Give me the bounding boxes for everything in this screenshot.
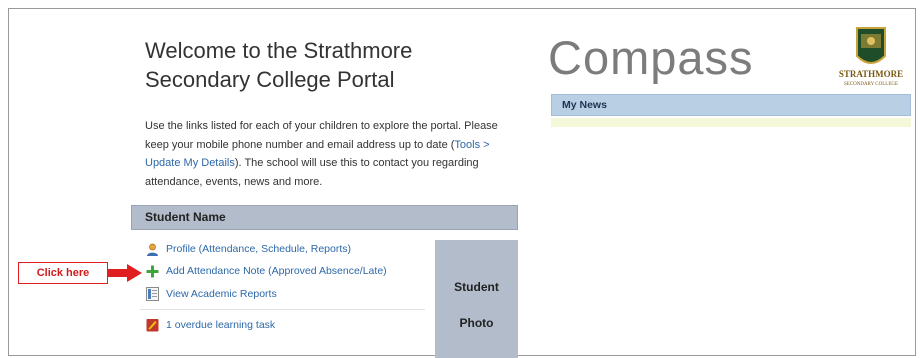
student-name-header: Student Name [131,205,518,230]
task-icon [146,319,159,332]
student-photo-placeholder: Student Photo [435,240,518,358]
click-here-callout: Click here [18,262,108,284]
photo-label-line2: Photo [459,316,494,330]
profile-link-label: Profile (Attendance, Schedule, Reports) [166,243,352,255]
add-attendance-note-link[interactable]: Add Attendance Note (Approved Absence/La… [146,262,387,280]
compass-logo: Compass [548,31,754,84]
school-crest-icon: STRATHMORE SECONDARY COLLEGE [839,27,903,87]
welcome-intro: Use the links listed for each of your ch… [145,117,515,191]
report-icon [146,287,159,301]
person-icon [147,243,158,256]
add-attendance-note-label: Add Attendance Note (Approved Absence/La… [166,265,387,277]
overdue-task-label: 1 overdue learning task [166,319,276,331]
welcome-title-line1: Welcome to the Strathmore [145,38,413,63]
links-divider [140,309,425,310]
welcome-title: Welcome to the Strathmore Secondary Coll… [145,36,485,94]
plus-icon [146,265,159,277]
news-content-strip [551,118,911,127]
overdue-task-link[interactable]: 1 overdue learning task [146,316,275,334]
crest-text-sub: SECONDARY COLLEGE [844,82,898,87]
welcome-intro-text: Use the links listed for each of your ch… [145,120,498,151]
photo-label-line1: Student [454,280,499,294]
profile-link[interactable]: Profile (Attendance, Schedule, Reports) [146,240,351,258]
callout-arrow-icon [107,264,142,282]
welcome-title-line2: Secondary College Portal [145,67,395,92]
my-news-header: My News [551,94,911,116]
view-reports-label: View Academic Reports [166,288,277,300]
crest-text-main: STRATHMORE [839,69,903,79]
view-reports-link[interactable]: View Academic Reports [146,285,277,303]
